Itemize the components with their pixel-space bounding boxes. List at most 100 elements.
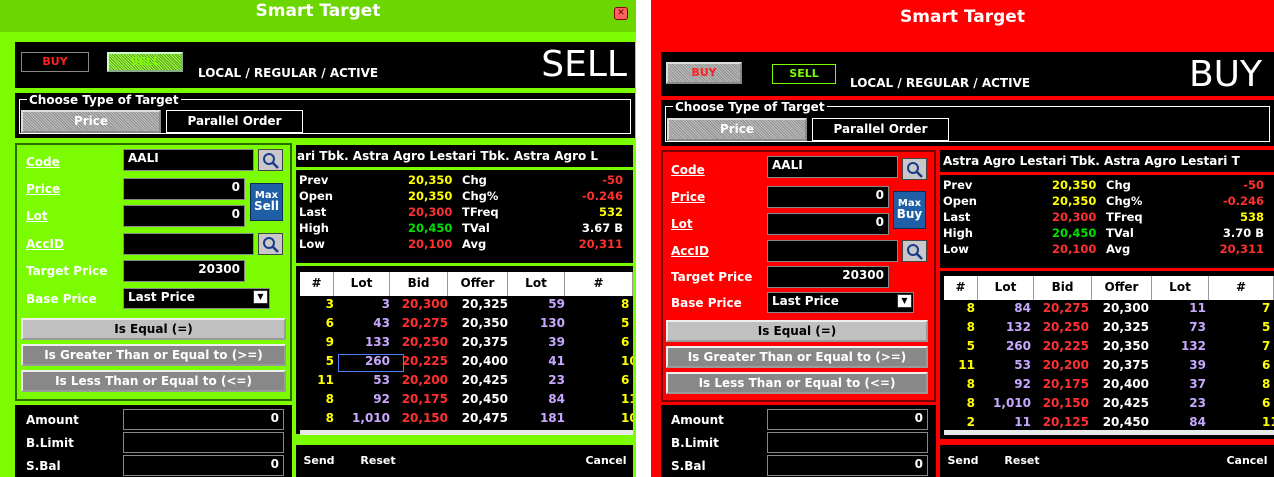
table-row[interactable]: 9 133 20,250 20,375 39 6 bbox=[300, 335, 633, 354]
ob-bid-price: 20,200 bbox=[1042, 358, 1089, 372]
ob-bid-count: 8 bbox=[966, 320, 975, 334]
lot-input[interactable]: 0 bbox=[123, 205, 245, 227]
condition-greater-equal-button[interactable]: Is Greater Than or Equal to (>=) bbox=[21, 344, 286, 366]
accid-search-icon[interactable] bbox=[258, 233, 283, 255]
ob-bid-lot: 1,010 bbox=[993, 396, 1031, 410]
target-type-legend: Choose Type of Target bbox=[27, 93, 181, 107]
buy-toggle-button[interactable]: BUY bbox=[21, 52, 89, 72]
reset-button[interactable]: Reset bbox=[999, 448, 1045, 474]
sell-toggle-button[interactable]: SELL bbox=[772, 64, 836, 84]
max-sell-button[interactable]: Max Sell bbox=[250, 183, 283, 221]
accid-search-icon[interactable] bbox=[902, 240, 927, 262]
sell-toggle-label: SELL bbox=[130, 55, 160, 68]
ob-bid-count: 5 bbox=[966, 339, 975, 353]
ob-header-bid: Bid bbox=[390, 272, 448, 296]
cancel-button[interactable]: Cancel bbox=[1221, 448, 1273, 474]
ob-offer-price: 20,425 bbox=[461, 373, 508, 387]
ob-header-offer: Offer bbox=[448, 272, 508, 296]
order-book-scrollbar[interactable] bbox=[944, 430, 1274, 435]
ob-header-bid-lot: Lot bbox=[334, 272, 390, 296]
base-price-select[interactable]: Last Price ▼ bbox=[123, 288, 270, 309]
buy-toggle-button[interactable]: BUY bbox=[666, 62, 742, 84]
ob-offer-count: 6 bbox=[621, 335, 630, 349]
condition-less-equal-button[interactable]: Is Less Than or Equal to (<=) bbox=[666, 372, 928, 394]
table-row[interactable]: 8 1,010 20,150 20,475 181 10 bbox=[300, 411, 633, 430]
cancel-button[interactable]: Cancel bbox=[580, 448, 632, 474]
ob-offer-price: 20,375 bbox=[461, 335, 508, 349]
sell-window: Smart Target ✕ BUY SELL LOCAL / REGULAR … bbox=[0, 0, 636, 477]
ob-bid-price: 20,200 bbox=[401, 373, 448, 387]
chevron-down-icon[interactable]: ▼ bbox=[897, 294, 912, 308]
order-book-scrollbar[interactable] bbox=[300, 430, 633, 435]
avg-label: Avg bbox=[1106, 242, 1131, 256]
reset-button[interactable]: Reset bbox=[355, 448, 401, 474]
tab-parallel-order[interactable]: Parallel Order bbox=[812, 118, 949, 141]
ob-header-offer-count: # bbox=[565, 272, 633, 296]
ob-offer-count: 5 bbox=[1262, 320, 1271, 334]
chgp-value: -0.246 bbox=[1222, 194, 1264, 208]
chevron-down-icon[interactable]: ▼ bbox=[253, 290, 268, 304]
table-row[interactable]: 11 53 20,200 20,425 23 6 bbox=[300, 373, 633, 392]
ob-offer-lot: 23 bbox=[548, 373, 565, 387]
table-row[interactable]: 2 11 20,125 20,450 84 11 bbox=[944, 415, 1274, 430]
price-input[interactable]: 0 bbox=[767, 186, 889, 208]
accid-input[interactable] bbox=[123, 233, 254, 255]
code-label: Code bbox=[671, 163, 705, 177]
max-side-label: Sell bbox=[253, 199, 279, 213]
tab-price[interactable]: Price bbox=[21, 110, 161, 133]
sbal-label: S.Bal bbox=[26, 459, 61, 473]
condition-equal-button[interactable]: Is Equal (=) bbox=[21, 318, 286, 340]
table-row[interactable]: 11 53 20,200 20,375 39 6 bbox=[944, 358, 1274, 377]
ob-bid-lot: 92 bbox=[1014, 377, 1031, 391]
ob-header-offer-lot: Lot bbox=[508, 272, 565, 296]
base-price-label: Base Price bbox=[671, 296, 742, 310]
tab-parallel-order[interactable]: Parallel Order bbox=[166, 110, 303, 133]
last-value: 20,300 bbox=[408, 205, 453, 219]
ob-bid-price: 20,175 bbox=[1042, 377, 1089, 391]
code-input[interactable]: AALI bbox=[123, 149, 254, 171]
table-row[interactable]: 6 43 20,275 20,350 130 5 bbox=[300, 316, 633, 335]
table-row[interactable]: 8 84 20,275 20,300 11 7 bbox=[944, 301, 1274, 320]
table-row[interactable]: 8 92 20,175 20,400 37 8 bbox=[944, 377, 1274, 396]
condition-greater-equal-button[interactable]: Is Greater Than or Equal to (>=) bbox=[666, 346, 928, 368]
base-price-select[interactable]: Last Price ▼ bbox=[767, 292, 914, 313]
price-input[interactable]: 0 bbox=[123, 178, 245, 200]
close-icon[interactable]: ✕ bbox=[614, 7, 628, 20]
ob-bid-lot: 53 bbox=[373, 373, 390, 387]
ob-offer-lot: 41 bbox=[548, 354, 565, 368]
accid-input[interactable] bbox=[767, 240, 898, 262]
ob-offer-count: 10 bbox=[621, 411, 633, 425]
order-side-indicator: SELL bbox=[541, 44, 627, 85]
condition-less-equal-button[interactable]: Is Less Than or Equal to (<=) bbox=[21, 370, 286, 392]
ob-header-offer-count: # bbox=[1209, 276, 1274, 300]
code-search-icon[interactable] bbox=[902, 158, 927, 180]
lot-input[interactable]: 0 bbox=[767, 213, 889, 235]
ob-bid-lot: 1,010 bbox=[352, 411, 390, 425]
tab-price[interactable]: Price bbox=[667, 118, 807, 141]
target-price-input[interactable]: 20300 bbox=[767, 266, 889, 288]
ob-offer-price: 20,450 bbox=[461, 392, 508, 406]
table-row[interactable]: 8 132 20,250 20,325 73 5 bbox=[944, 320, 1274, 339]
send-button[interactable]: Send bbox=[299, 448, 339, 474]
max-side-label: Buy bbox=[896, 207, 923, 221]
high-value: 20,450 bbox=[408, 221, 453, 235]
code-input[interactable]: AALI bbox=[767, 156, 898, 178]
chg-label: Chg bbox=[462, 173, 487, 187]
quote-panel: Prev 20,350 Chg -50 Open 20,350 Chg% -0.… bbox=[296, 170, 633, 263]
table-row[interactable]: 8 92 20,175 20,450 84 11 bbox=[300, 392, 633, 411]
table-row[interactable]: 3 3 20,300 20,325 59 8 bbox=[300, 297, 633, 316]
table-row[interactable]: 8 1,010 20,150 20,425 23 6 bbox=[944, 396, 1274, 415]
ob-bid-lot: 3 bbox=[381, 297, 390, 311]
max-buy-button[interactable]: Max Buy bbox=[893, 191, 926, 229]
table-row[interactable]: 526020,22520,4004110 bbox=[300, 354, 633, 373]
sell-toggle-button[interactable]: SELL bbox=[107, 52, 183, 72]
send-button[interactable]: Send bbox=[943, 448, 983, 474]
tval-value: 3.67 B bbox=[581, 221, 623, 235]
code-search-icon[interactable] bbox=[258, 149, 283, 171]
ob-bid-count: 3 bbox=[325, 297, 334, 311]
condition-equal-button[interactable]: Is Equal (=) bbox=[666, 320, 928, 342]
target-price-input[interactable]: 20300 bbox=[123, 260, 245, 282]
avg-label: Avg bbox=[462, 237, 487, 251]
ob-offer-count: 7 bbox=[1262, 301, 1271, 315]
table-row[interactable]: 5 260 20,225 20,350 132 7 bbox=[944, 339, 1274, 358]
